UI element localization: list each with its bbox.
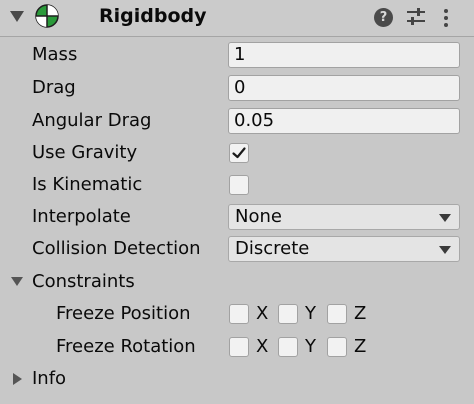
freeze-position-z-checkbox[interactable] [327, 304, 347, 324]
use-gravity-checkbox[interactable] [229, 143, 249, 163]
info-foldout-label[interactable]: Info [32, 368, 66, 390]
freeze-rotation-y-checkbox[interactable] [278, 337, 298, 357]
freeze-position-x-label: X [256, 303, 269, 324]
more-options-icon[interactable] [440, 6, 452, 30]
drag-label: Drag [32, 77, 76, 98]
interpolate-value: None [235, 206, 282, 227]
rigidbody-sphere-icon [35, 4, 59, 28]
freeze-rotation-z-label: Z [354, 336, 367, 357]
presets-sliders-icon[interactable] [405, 6, 427, 28]
freeze-position-x-checkbox[interactable] [229, 304, 249, 324]
collision-detection-dropdown[interactable]: Discrete [228, 236, 460, 262]
constraints-foldout-arrow-icon[interactable] [11, 277, 23, 286]
is-kinematic-checkbox[interactable] [229, 175, 249, 195]
checkmark-icon [232, 147, 246, 159]
angular-drag-label: Angular Drag [32, 110, 152, 131]
constraints-foldout-label[interactable]: Constraints [32, 271, 135, 293]
collision-detection-value: Discrete [235, 238, 310, 259]
is-kinematic-label: Is Kinematic [32, 174, 143, 195]
freeze-rotation-x-label: X [256, 336, 269, 357]
mass-label: Mass [32, 44, 78, 65]
freeze-position-label: Freeze Position [56, 303, 191, 324]
drag-field[interactable]: 0 [228, 75, 460, 101]
rigidbody-properties: Mass 1 Drag 0 Angular Drag 0.05 Use Grav… [0, 37, 474, 404]
info-foldout-arrow-icon[interactable] [13, 373, 22, 385]
freeze-position-y-checkbox[interactable] [278, 304, 298, 324]
freeze-rotation-y-label: Y [305, 336, 316, 357]
interpolate-label: Interpolate [32, 206, 131, 227]
freeze-rotation-label: Freeze Rotation [56, 336, 196, 357]
freeze-position-y-label: Y [305, 303, 316, 324]
collapse-arrow-icon[interactable] [10, 11, 24, 22]
freeze-rotation-x-checkbox[interactable] [229, 337, 249, 357]
freeze-position-z-label: Z [354, 303, 367, 324]
collision-detection-label: Collision Detection [32, 238, 201, 259]
component-header[interactable]: Rigidbody ? [0, 0, 474, 37]
interpolate-dropdown[interactable]: None [228, 204, 460, 230]
angular-drag-field[interactable]: 0.05 [228, 108, 460, 134]
dropdown-arrow-icon [439, 246, 451, 254]
use-gravity-label: Use Gravity [32, 142, 138, 163]
help-icon[interactable]: ? [374, 8, 393, 27]
component-title: Rigidbody [99, 5, 207, 27]
freeze-rotation-z-checkbox[interactable] [327, 337, 347, 357]
dropdown-arrow-icon [439, 214, 451, 222]
mass-field[interactable]: 1 [228, 42, 460, 68]
